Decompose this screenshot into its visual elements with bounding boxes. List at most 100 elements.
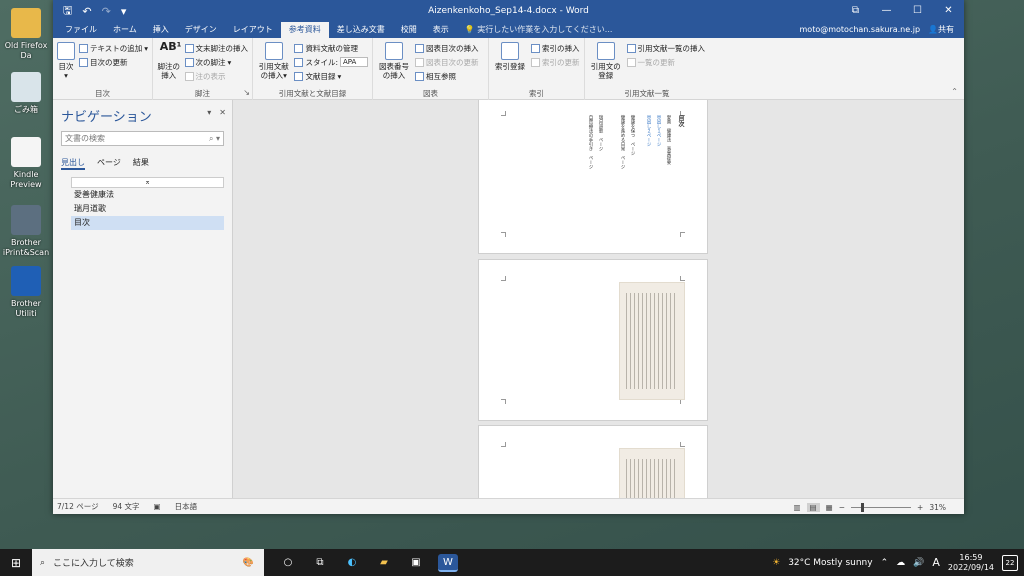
update-toc-button[interactable]: 目次の更新 <box>79 56 148 68</box>
customize-qat-icon[interactable]: ▾ <box>121 5 127 18</box>
taskbar-search[interactable]: ⌕ ここに入力して検索 🎨 <box>32 549 264 576</box>
web-layout-icon[interactable]: ▦ <box>826 503 833 512</box>
desktop-icon-brother-iprint[interactable]: Brother iPrint&Scan <box>0 205 52 258</box>
nav-close-icon[interactable]: ✕ <box>219 108 226 117</box>
style-dropdown[interactable]: APA <box>340 57 368 67</box>
close-button[interactable]: ✕ <box>933 0 964 22</box>
zoom-slider-knob[interactable] <box>861 502 865 512</box>
document-page[interactable] <box>478 425 708 498</box>
update-authorities-button[interactable]: 一覧の更新 <box>626 56 706 68</box>
desktop-icon-kindle-preview[interactable]: Kindle Preview <box>0 137 52 190</box>
document-page[interactable] <box>478 259 708 421</box>
save-icon[interactable]: 🖫 <box>63 2 72 21</box>
tab-mailings[interactable]: 差し込み文書 <box>329 22 393 38</box>
scanned-page-image[interactable] <box>619 448 685 498</box>
tab-view[interactable]: 表示 <box>425 22 457 38</box>
nav-search-input[interactable]: 文書の検索 <box>65 133 105 144</box>
page-count[interactable]: 7/12 ページ <box>57 501 99 512</box>
style-selector[interactable]: スタイル: APA <box>294 56 368 68</box>
clock[interactable]: 16:59 2022/09/14 <box>948 553 994 573</box>
desktop-icon-old-firefox[interactable]: Old Firefox Da <box>0 8 52 61</box>
heading-item-selected[interactable]: 目次 <box>71 216 224 230</box>
account-email[interactable]: moto@motochan.sakura.ne.jp <box>800 22 921 38</box>
word-count[interactable]: 94 文字 <box>113 501 140 512</box>
edge-icon[interactable]: ◐ <box>342 554 362 572</box>
print-layout-icon[interactable]: ▤ <box>806 502 820 512</box>
tree-collapse-button[interactable]: ⌅ <box>71 177 224 188</box>
document-area[interactable]: 目次 愛善 健康法 事業提要 見出し１ページ 見出し２ページ 健康を保つ ページ… <box>233 100 964 498</box>
scanned-page-image[interactable] <box>619 282 685 400</box>
insert-authorities-button[interactable]: 引用文献一覧の挿入 <box>626 42 705 54</box>
show-notes-button[interactable]: 注の表示 <box>184 70 249 82</box>
nav-tab-pages[interactable]: ページ <box>97 157 121 170</box>
update-table-of-figures-button[interactable]: 図表目次の更新 <box>415 56 479 68</box>
taskbar-search-input[interactable]: ここに入力して検索 <box>53 556 134 569</box>
tab-home[interactable]: ホーム <box>105 22 145 38</box>
language-status[interactable]: 日本語 <box>175 501 198 512</box>
heading-item[interactable]: 愛善健康法 <box>71 188 224 202</box>
desktop-icon-brother-utilities[interactable]: Brother Utiliti <box>0 266 52 319</box>
notification-center-icon[interactable]: 22 <box>1002 554 1018 571</box>
tab-references[interactable]: 参考資料 <box>280 22 329 38</box>
tell-me-box[interactable]: 💡 実行したい作業を入力してください... <box>465 22 613 38</box>
printer-icon <box>11 205 41 235</box>
nav-search-box[interactable]: 文書の検索 ⌕ ▾ <box>61 131 224 146</box>
weather-text[interactable]: 32°C Mostly sunny <box>788 558 872 568</box>
next-footnote-button[interactable]: 次の脚注 ▾ <box>184 56 249 68</box>
start-button[interactable]: ⊞ <box>0 556 32 570</box>
search-icon[interactable]: ⌕ ▾ <box>209 134 220 144</box>
ime-indicator[interactable]: A <box>932 556 940 569</box>
manage-sources-button[interactable]: 資料文献の管理 <box>294 42 368 54</box>
tab-insert[interactable]: 挿入 <box>145 22 177 38</box>
file-explorer-icon[interactable]: ▰ <box>374 554 394 572</box>
mark-entry-icon <box>501 42 519 60</box>
insert-table-of-figures-button[interactable]: 図表目次の挿入 <box>415 42 479 54</box>
maximize-button[interactable]: ☐ <box>902 0 933 22</box>
zoom-out-button[interactable]: − <box>839 503 845 512</box>
collapse-ribbon-icon[interactable]: ⌃ <box>951 87 958 96</box>
word-icon[interactable]: W <box>438 553 458 572</box>
tab-file[interactable]: ファイル <box>57 22 105 38</box>
add-text-button[interactable]: テキストの追加 ▾ <box>79 42 148 54</box>
weather-icon[interactable]: ☀ <box>772 558 780 568</box>
network-icon[interactable]: ☁ <box>896 558 905 568</box>
footnote-dialog-launcher-icon[interactable]: ↘ <box>243 88 250 97</box>
cortana-icon[interactable]: ○ <box>278 554 298 572</box>
tab-design[interactable]: デザイン <box>177 22 225 38</box>
task-view-icon[interactable]: ⧉ <box>310 554 330 572</box>
update-index-button[interactable]: 索引の更新 <box>531 56 580 68</box>
ribbon-options-icon[interactable]: ⧉ <box>840 0 871 22</box>
minimize-button[interactable]: — <box>871 0 902 22</box>
nav-tab-headings[interactable]: 見出し <box>61 157 85 170</box>
tray-expand-icon[interactable]: ⌃ <box>881 558 889 568</box>
account-area: moto@motochan.sakura.ne.jp 👤共有 <box>800 22 955 38</box>
group-index-label: 索引 <box>529 89 544 98</box>
nav-tab-results[interactable]: 結果 <box>133 157 149 170</box>
margin-mark <box>501 442 506 447</box>
volume-icon[interactable]: 🔊 <box>913 558 924 568</box>
title-bar: 🖫 ↶ ↷ ▾ Aizenkenkoho_Sep14-4.docx - Word… <box>53 0 964 22</box>
share-button[interactable]: 👤共有 <box>928 22 954 38</box>
insert-index-button[interactable]: 索引の挿入 <box>531 42 580 54</box>
undo-icon[interactable]: ↶ <box>82 5 91 18</box>
search-highlight-icon[interactable]: 🎨 <box>243 558 254 568</box>
desktop-icon-recycle-bin[interactable]: ごみ箱 <box>0 72 52 115</box>
style-label: スタイル: <box>305 57 338 67</box>
heading-item[interactable]: 瑞月道歌 <box>71 202 224 216</box>
store-icon[interactable]: ▣ <box>406 554 426 572</box>
nav-options-icon[interactable]: ▾ <box>207 108 211 117</box>
proofing-icon[interactable]: ▣ <box>154 502 161 511</box>
tab-layout[interactable]: レイアウト <box>225 22 281 38</box>
document-page[interactable]: 目次 愛善 健康法 事業提要 見出し１ページ 見出し２ページ 健康を保つ ページ… <box>478 100 708 254</box>
tab-review[interactable]: 校閲 <box>393 22 425 38</box>
cross-reference-button[interactable]: 相互参照 <box>415 70 479 82</box>
insert-endnote-button[interactable]: 文末脚注の挿入 <box>184 42 248 54</box>
zoom-slider[interactable] <box>851 502 912 512</box>
redo-icon[interactable]: ↷ <box>102 5 111 18</box>
zoom-level[interactable]: 31% <box>929 503 946 512</box>
bibliography-button[interactable]: 文献目録 ▾ <box>294 70 368 82</box>
insert-index-icon <box>531 43 540 53</box>
read-mode-icon[interactable]: ▥ <box>793 503 800 512</box>
zoom-in-button[interactable]: + <box>917 503 923 512</box>
update-toc-icon <box>79 57 88 67</box>
